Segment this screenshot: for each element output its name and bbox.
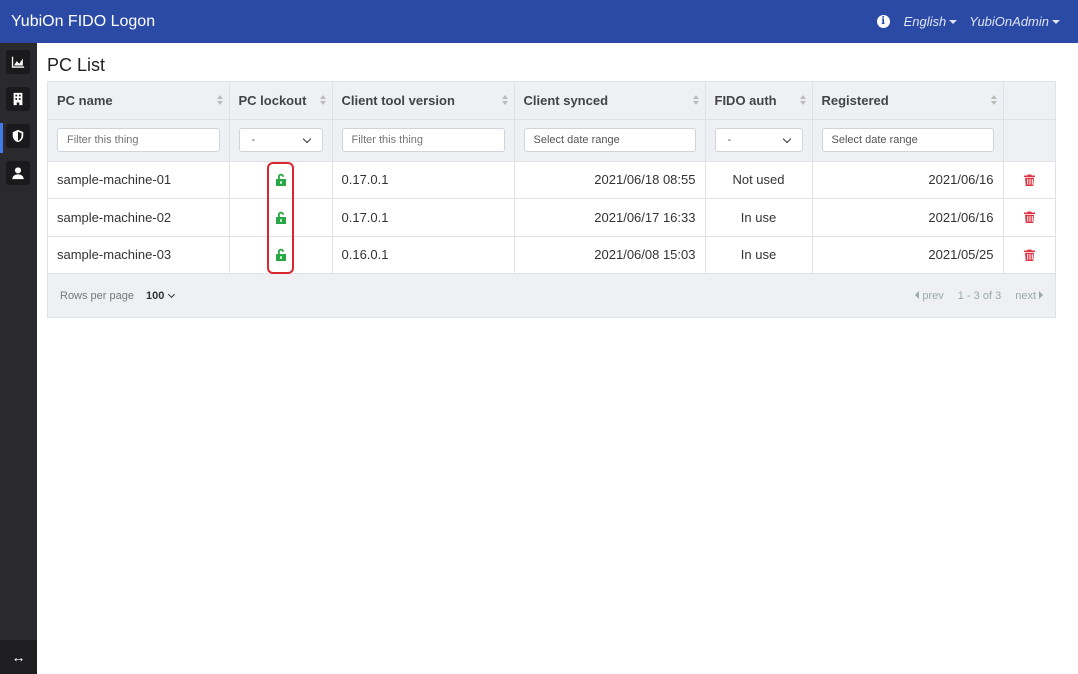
user-icon [12, 167, 24, 180]
registered-cell: 2021/06/16 [812, 161, 1004, 199]
sort-icon [501, 95, 508, 105]
sort-icon [799, 95, 806, 105]
sort-icon [990, 95, 997, 105]
caret-down-icon [1052, 19, 1060, 24]
pc-name-filter-input[interactable] [57, 128, 220, 152]
expand-arrows-icon: ↔ [11, 649, 26, 665]
table-row: sample-machine-02 0.17.0.1 2021/06/17 16… [48, 198, 1055, 237]
main-content: PC List PC name PC lockout Client tool v… [47, 43, 1056, 318]
table-row: sample-machine-03 0.16.0.1 2021/06/08 15… [48, 236, 1055, 274]
building-icon [13, 92, 23, 106]
sort-icon [319, 95, 326, 105]
fido-auth-cell: Not used [705, 161, 813, 199]
column-header-client-synced[interactable]: Client synced [514, 82, 706, 120]
trash-icon[interactable] [1023, 174, 1035, 186]
sidebar: ↔ [0, 43, 37, 674]
sidebar-active-indicator [0, 123, 3, 153]
column-header-client-tool-version[interactable]: Client tool version [332, 82, 515, 120]
column-header-fido-auth[interactable]: FIDO auth [705, 82, 813, 120]
registered-date-range-input[interactable]: Select date range [821, 128, 994, 152]
sidebar-toggle-button[interactable]: ↔ [0, 640, 37, 674]
pagination: prev 1 - 3 of 3 next [901, 290, 1043, 302]
chevron-down-icon [782, 134, 791, 143]
pc-name-cell: sample-machine-03 [48, 236, 230, 274]
user-label: YubiOnAdmin [969, 14, 1049, 29]
caret-left-icon [915, 290, 920, 299]
table-row: sample-machine-01 0.17.0.1 2021/06/18 08… [48, 161, 1055, 199]
pc-table: PC name PC lockout Client tool version C… [47, 81, 1056, 318]
shield-icon [12, 129, 24, 143]
chevron-down-icon [168, 290, 176, 298]
sidebar-item-dashboard[interactable] [6, 50, 30, 74]
synced-cell: 2021/06/17 16:33 [514, 198, 706, 237]
fido-auth-filter-select[interactable]: - [714, 128, 803, 152]
language-label: English [903, 14, 947, 29]
navbar-right: i English YubiOnAdmin [876, 14, 1060, 29]
version-filter-input[interactable] [341, 128, 505, 152]
fido-auth-cell: In use [705, 198, 813, 237]
column-header-actions [1003, 82, 1055, 120]
page-title: PC List [47, 55, 106, 75]
caret-down-icon [949, 19, 958, 24]
synced-cell: 2021/06/18 08:55 [514, 161, 706, 199]
sidebar-item-organization[interactable] [6, 87, 30, 111]
column-header-registered[interactable]: Registered [812, 82, 1004, 120]
sort-icon [692, 95, 699, 105]
trash-icon[interactable] [1023, 249, 1035, 261]
info-icon[interactable]: i [876, 15, 890, 28]
actions-cell [1003, 161, 1055, 199]
fido-auth-cell: In use [705, 236, 813, 274]
pc-name-cell: sample-machine-01 [48, 161, 230, 199]
pc-lockout-filter-select[interactable]: - [238, 128, 323, 152]
synced-date-range-input[interactable]: Select date range [523, 128, 696, 152]
lockout-cell [229, 161, 333, 199]
version-cell: 0.17.0.1 [332, 198, 515, 237]
lockout-cell [229, 236, 333, 274]
sidebar-item-security[interactable] [6, 124, 30, 148]
pc-name-cell: sample-machine-02 [48, 198, 230, 237]
table-footer: Rows per page 100 prev 1 - 3 of 3 next [48, 274, 1055, 317]
actions-cell [1003, 198, 1055, 237]
rows-per-page-label: Rows per page [60, 289, 134, 302]
unlock-icon[interactable] [275, 173, 287, 187]
language-dropdown[interactable]: English [904, 14, 958, 29]
registered-cell: 2021/05/25 [812, 236, 1004, 274]
chevron-down-icon [302, 134, 311, 143]
registered-cell: 2021/06/16 [812, 198, 1004, 237]
lockout-cell [229, 198, 333, 237]
unlock-icon[interactable] [275, 211, 287, 224]
trash-icon[interactable] [1023, 211, 1035, 224]
page-range-text: 1 - 3 of 3 [957, 289, 1002, 302]
next-page-button[interactable]: next [1015, 290, 1043, 302]
synced-cell: 2021/06/08 15:03 [514, 236, 706, 274]
top-navbar: YubiOn FIDO Logon i English YubiOnAdmin [0, 0, 1078, 43]
rows-per-page-select[interactable]: 100 [146, 290, 176, 302]
version-cell: 0.16.0.1 [332, 236, 515, 274]
column-header-pc-name[interactable]: PC name [48, 82, 230, 120]
version-cell: 0.17.0.1 [332, 161, 515, 199]
chart-icon [11, 56, 25, 68]
user-dropdown[interactable]: YubiOnAdmin [969, 14, 1060, 29]
actions-cell [1003, 236, 1055, 274]
sort-icon [216, 95, 223, 105]
column-header-pc-lockout[interactable]: PC lockout [229, 82, 333, 120]
brand-title[interactable]: YubiOn FIDO Logon [11, 13, 155, 31]
sidebar-item-users[interactable] [6, 161, 30, 185]
unlock-icon[interactable] [275, 248, 287, 262]
caret-right-icon [1039, 290, 1043, 299]
prev-page-button[interactable]: prev [915, 290, 944, 302]
